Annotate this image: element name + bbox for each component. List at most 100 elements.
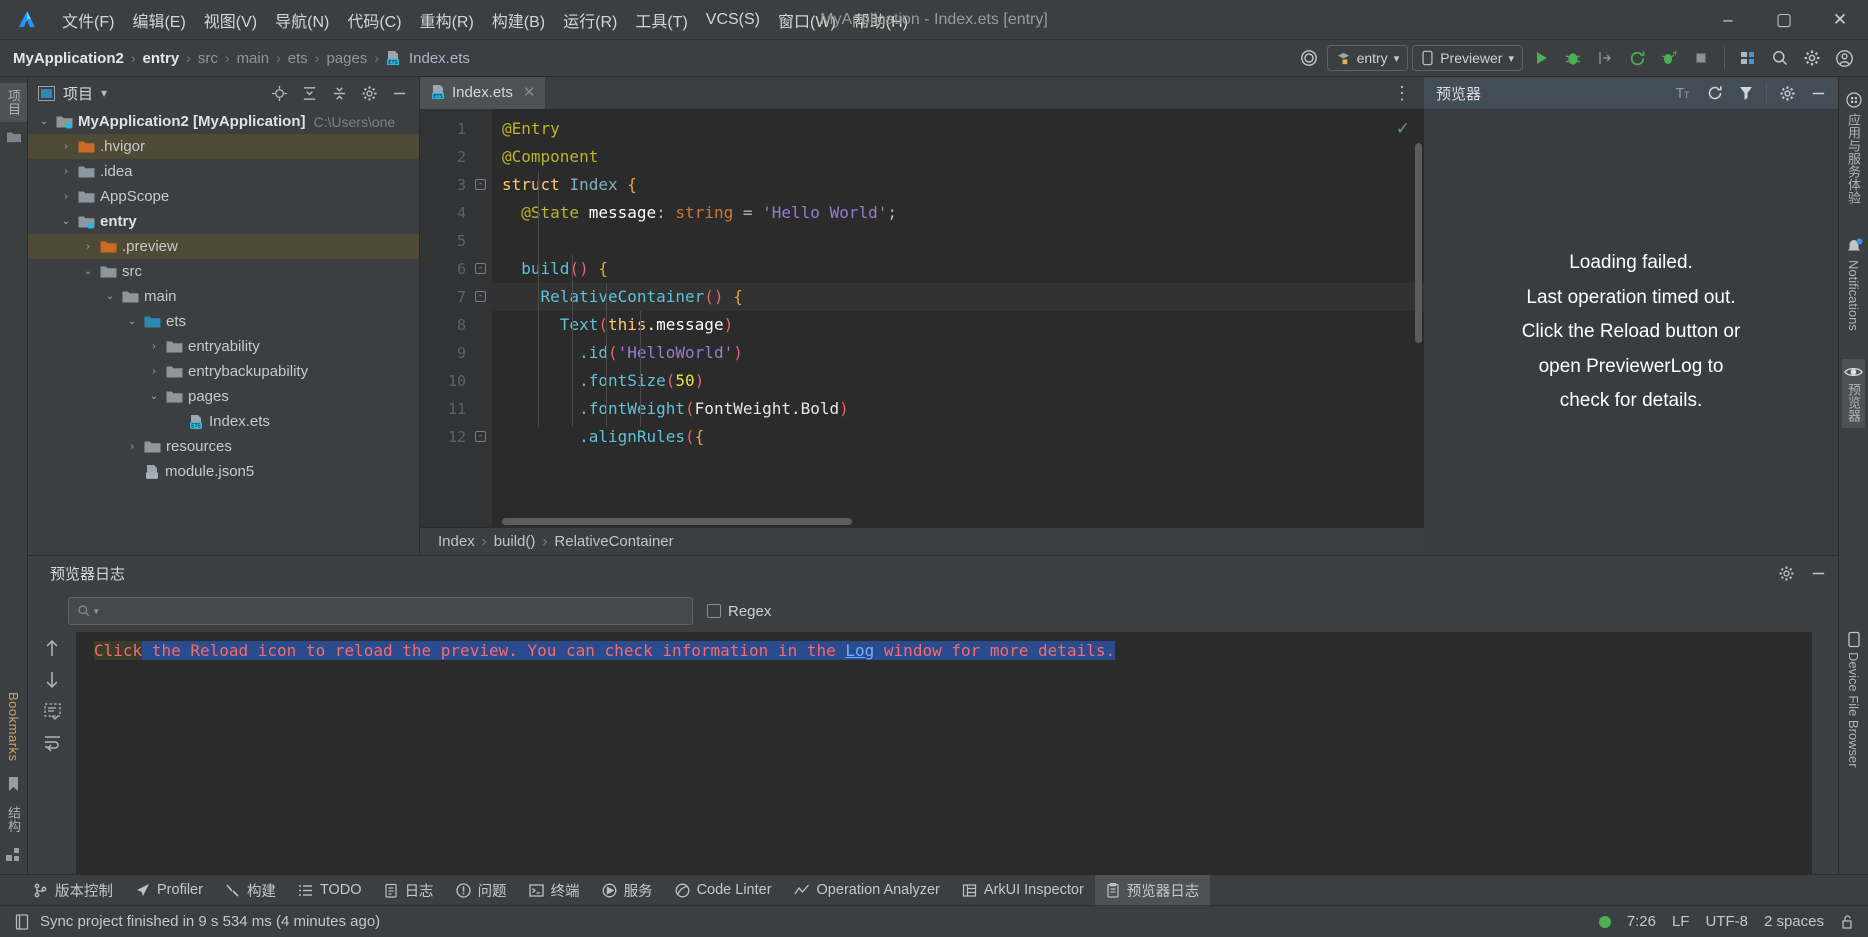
scroll-down-icon[interactable] [43,670,61,690]
tree-node-entrybackupability[interactable]: › entrybackupability [28,359,419,384]
tree-node-entryability[interactable]: › entryability [28,334,419,359]
breadcrumb-file[interactable]: Index.ets [406,50,473,67]
fold-toggle-icon[interactable]: - [475,431,486,442]
regex-checkbox[interactable] [707,604,721,618]
code-line[interactable]: .id('HelloWorld') [492,339,1424,367]
chevron-right-icon[interactable]: › [58,141,74,152]
left-tab-structure[interactable]: 结构 [0,800,27,839]
chevron-down-icon[interactable]: ⌄ [102,291,118,302]
project-tree[interactable]: ⌄ MyApplication2 [MyApplication] C:\Users\… [28,109,419,555]
line-number-gutter[interactable]: 1 2-3 4 5-6-7 8 9 10 11-12 [420,109,492,527]
code-line[interactable]: build() { [492,255,1424,283]
menu-refactor[interactable]: 重构(R) [412,4,482,36]
log-search-input[interactable]: ▾ [68,597,693,625]
inspector-icon[interactable] [1732,79,1760,107]
code-text[interactable]: @Entry @Component struct Index { @State me… [492,109,1424,527]
breadcrumb-src[interactable]: src [195,50,221,67]
expand-all-icon[interactable] [295,79,323,107]
left-tab-project[interactable]: 项目 [0,83,27,122]
tree-node-.hvigor[interactable]: › .hvigor [28,134,419,159]
settings-icon[interactable] [1773,79,1801,107]
menu-file[interactable]: 文件(F) [54,4,122,36]
left-tab-bookmarks[interactable]: Bookmarks [2,686,25,768]
log-scroll-rail[interactable] [1812,632,1838,874]
project-structure-icon[interactable] [1734,44,1762,72]
tree-node-module.json5[interactable]: module.json5 [28,459,419,484]
debug-icon[interactable] [1559,44,1587,72]
close-button[interactable]: ✕ [1812,0,1868,40]
reload-icon[interactable] [1701,79,1729,107]
hide-icon[interactable] [385,79,413,107]
breadcrumb-build[interactable]: build() [494,533,536,550]
tree-node-src[interactable]: ⌄ src [28,259,419,284]
menu-code[interactable]: 代码(C) [339,4,409,36]
tw-terminal[interactable]: 终端 [518,875,591,905]
chevron-right-icon[interactable]: › [58,191,74,202]
chevron-down-icon[interactable]: ⌄ [36,116,52,127]
search-everywhere-icon[interactable] [1766,44,1794,72]
chevron-down-icon[interactable]: ⌄ [80,266,96,277]
tw-version-control[interactable]: 版本控制 [22,875,124,905]
account-icon[interactable] [1830,44,1858,72]
menu-vcs[interactable]: VCS(S) [698,7,768,33]
minimize-button[interactable]: – [1700,0,1756,40]
right-tab-previewer[interactable]: 预览器 [1842,358,1865,428]
scroll-up-icon[interactable] [43,638,61,658]
collapse-all-icon[interactable] [325,79,353,107]
code-line[interactable]: @State message: string = 'Hello World'; [492,199,1424,227]
menu-tools[interactable]: 工具(T) [627,4,695,36]
menu-window[interactable]: 窗口(W) [770,4,844,36]
breadcrumb-project[interactable]: MyApplication2 [10,50,127,67]
maximize-button[interactable]: ▢ [1756,0,1812,40]
soft-wrap-icon[interactable] [43,702,62,721]
log-line-link[interactable]: Log [845,641,875,660]
tw-todo[interactable]: TODO [287,875,373,905]
memory-icon[interactable] [14,913,30,931]
regex-checkbox-row[interactable]: Regex [707,603,771,620]
menu-help[interactable]: 帮助(H) [846,4,916,36]
menu-navigate[interactable]: 导航(N) [267,4,337,36]
breadcrumb-ets[interactable]: ets [285,50,311,67]
run-configuration-selector[interactable]: entry ▾ [1326,45,1409,71]
tw-operation-analyzer[interactable]: Operation Analyzer [783,875,951,905]
menu-build[interactable]: 构建(B) [484,4,553,36]
search-dropdown-caret[interactable]: ▾ [94,606,99,617]
attach-debugger-icon[interactable] [1591,44,1619,72]
tree-node-appscope[interactable]: › AppScope [28,184,419,209]
text-scale-icon[interactable]: TT [1670,79,1698,107]
tree-node-myapplication2-myapplication-[interactable]: ⌄ MyApplication2 [MyApplication] C:\Users\… [28,109,419,134]
code-line[interactable]: .alignRules({ [492,423,1424,451]
chevron-right-icon[interactable]: › [80,241,96,252]
chevron-right-icon[interactable]: › [58,166,74,177]
log-line[interactable]: Click the Reload icon to reload the prev… [94,640,1812,662]
tw-log[interactable]: 日志 [373,875,445,905]
chevron-down-icon[interactable]: ▾ [101,86,107,100]
tree-node-resources[interactable]: › resources [28,434,419,459]
tree-node-main[interactable]: ⌄ main [28,284,419,309]
breadcrumb-pages[interactable]: pages [323,50,370,67]
breadcrumb-entry[interactable]: entry [140,50,183,67]
breadcrumb-index[interactable]: Index [438,533,475,550]
code-line[interactable]: Text(this.message) [492,311,1424,339]
breadcrumb-main[interactable]: main [234,50,273,67]
code-line[interactable]: @Component [492,143,1424,171]
run-icon[interactable] [1527,44,1555,72]
editor-tab-index-ets[interactable]: ETS Index.ets ✕ [420,77,546,109]
file-encoding[interactable]: UTF-8 [1705,913,1748,930]
hide-icon[interactable] [1804,559,1832,587]
device-target-selector[interactable]: Previewer ▾ [1412,45,1523,71]
fold-toggle-icon[interactable]: - [475,263,486,274]
chevron-down-icon[interactable]: ⌄ [146,391,162,402]
tw-services[interactable]: 服务 [591,875,664,905]
tree-node-index.ets[interactable]: ETS Index.ets [28,409,419,434]
right-tab-app-services[interactable]: 应用与服务体验 [1842,85,1865,210]
menu-run[interactable]: 运行(R) [555,4,625,36]
settings-icon[interactable] [1798,44,1826,72]
profile-icon[interactable] [1655,44,1683,72]
editor-vertical-scrollbar[interactable] [1415,143,1422,343]
code-line[interactable]: struct Index { [492,171,1424,199]
tw-arkui-inspector[interactable]: ArkUI Inspector [951,875,1095,905]
stop-icon[interactable] [1687,44,1715,72]
code-area[interactable]: 1 2-3 4 5-6-7 8 9 10 11-12 @Entry @Component stru… [420,109,1424,527]
bookmark-icon[interactable] [7,776,20,792]
